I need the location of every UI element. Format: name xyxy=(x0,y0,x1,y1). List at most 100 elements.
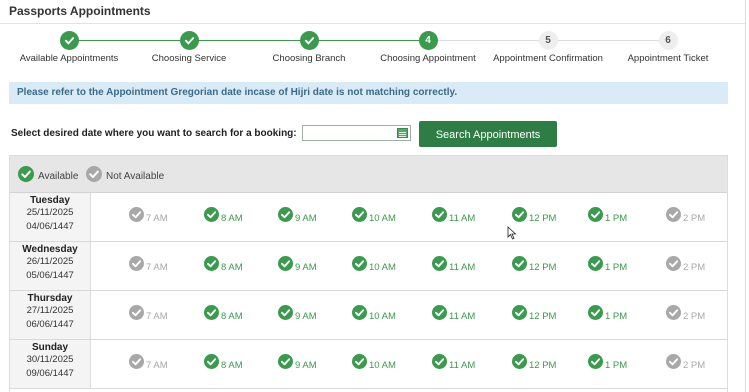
slot-time: 8 AM xyxy=(221,311,243,322)
time-slot-1-pm[interactable]: 1 PM xyxy=(588,354,628,371)
date-field[interactable] xyxy=(302,125,411,141)
step-check-icon xyxy=(59,31,79,50)
title-divider xyxy=(0,23,745,24)
hijri-date: 06/06/1447 xyxy=(26,319,74,330)
mouse-cursor-icon xyxy=(507,226,517,240)
day-name: Wednesday xyxy=(22,244,78,255)
slot-time: 10 AM xyxy=(369,360,396,371)
time-slot-12-pm[interactable]: 12 PM xyxy=(512,256,557,273)
slot-time: 1 PM xyxy=(605,360,628,371)
legend-available: Available xyxy=(18,166,78,182)
slot-time: 11 AM xyxy=(449,213,476,224)
available-check-icon xyxy=(204,256,219,271)
gregorian-date: 26/11/2025 xyxy=(26,256,74,267)
time-slot-1-pm[interactable]: 1 PM xyxy=(588,305,627,322)
progress-stepper: Available Appointments Choosing Service Ch… xyxy=(0,28,745,68)
time-slot-8-am[interactable]: 8 AM xyxy=(204,207,243,224)
time-slot-8-am[interactable]: 8 AM xyxy=(204,256,243,273)
available-check-icon xyxy=(352,305,367,320)
not-available-check-icon xyxy=(129,256,144,271)
search-appointments-button[interactable]: Search Appointments xyxy=(419,121,557,147)
time-slot-2-pm: 2 PM xyxy=(666,354,705,371)
time-slot-9-am[interactable]: 9 AM xyxy=(278,256,317,273)
page-title: Passports Appointments xyxy=(9,4,151,18)
time-slot-8-am[interactable]: 8 AM xyxy=(204,354,243,371)
time-slot-7-am: 7 AM xyxy=(129,305,168,322)
time-slot-8-am[interactable]: 8 AM xyxy=(204,305,243,322)
step-label: Appointment Confirmation xyxy=(493,53,603,64)
available-check-icon xyxy=(278,305,293,320)
slot-time: 1 PM xyxy=(605,262,628,273)
time-slot-11-am[interactable]: 11 AM xyxy=(432,305,475,322)
time-slot-9-am[interactable]: 9 AM xyxy=(278,207,317,224)
day-name: Sunday xyxy=(31,342,69,353)
slot-time: 10 AM xyxy=(369,311,396,322)
legend-available-label: Available xyxy=(38,171,79,182)
slot-time: 11 AM xyxy=(449,262,476,273)
time-slot-1-pm[interactable]: 1 PM xyxy=(588,207,628,224)
slot-time: 10 AM xyxy=(369,213,396,224)
search-date-label: Select desired date where you want to se… xyxy=(11,128,297,139)
slot-time: 2 PM xyxy=(683,213,706,224)
day-cell: Sunday 30/11/2025 09/06/1447 xyxy=(10,340,91,388)
available-check-icon xyxy=(512,305,527,320)
not-available-check-icon xyxy=(666,256,681,271)
time-slot-12-pm[interactable]: 12 PM xyxy=(512,207,557,224)
slot-time: 1 PM xyxy=(605,213,628,224)
available-check-icon xyxy=(278,256,293,271)
available-check-icon xyxy=(278,354,293,369)
slot-time: 7 AM xyxy=(146,360,168,371)
available-check-icon xyxy=(432,207,447,222)
time-slot-2-pm: 2 PM xyxy=(666,207,706,224)
time-slot-9-am[interactable]: 9 AM xyxy=(278,354,317,371)
day-row-tuesday: Tuesday 25/11/2025 04/06/1447 7 AM 8 AM 9 AM 1… xyxy=(10,193,727,242)
time-slot-12-pm[interactable]: 12 PM xyxy=(512,305,557,322)
day-row-wednesday: Wednesday 26/11/2025 05/06/1447 7 AM 8 AM 9 A… xyxy=(10,242,727,291)
time-slot-12-pm[interactable]: 12 PM xyxy=(512,354,557,371)
not-available-check-icon xyxy=(129,354,144,369)
time-slot-11-am[interactable]: 11 AM xyxy=(432,207,476,224)
date-notice: Please refer to the Appointment Gregoria… xyxy=(9,82,728,104)
not-available-check-icon xyxy=(666,207,681,222)
available-check-icon xyxy=(512,354,527,369)
slot-time: 12 PM xyxy=(529,360,557,371)
available-check-icon xyxy=(432,256,447,271)
gregorian-date: 27/11/2025 xyxy=(26,305,74,316)
time-slot-10-am[interactable]: 10 AM xyxy=(352,305,396,322)
available-check-icon xyxy=(204,207,219,222)
available-check-icon xyxy=(204,354,219,369)
available-check-icon xyxy=(204,305,219,320)
available-check-icon xyxy=(432,305,447,320)
available-check-icon xyxy=(278,207,293,222)
day-cell: Tuesday 25/11/2025 04/06/1447 xyxy=(10,193,91,241)
slot-time: 10 AM xyxy=(369,262,396,273)
available-check-icon xyxy=(18,166,34,182)
slot-time: 12 PM xyxy=(529,213,557,224)
slot-time: 12 PM xyxy=(529,262,557,273)
slot-time: 7 AM xyxy=(146,213,168,224)
slot-time: 9 AM xyxy=(295,360,317,371)
not-available-check-icon xyxy=(86,166,102,182)
available-check-icon xyxy=(512,256,527,271)
not-available-check-icon xyxy=(129,305,144,320)
step-5: 5 Appointment Confirmation xyxy=(488,31,608,64)
slot-time: 12 PM xyxy=(529,311,557,322)
time-slot-10-am[interactable]: 10 AM xyxy=(352,354,396,371)
not-available-check-icon xyxy=(666,305,681,320)
slot-time: 7 AM xyxy=(146,262,168,273)
hijri-date: 09/06/1447 xyxy=(26,368,74,379)
calendar-icon[interactable] xyxy=(397,128,408,138)
time-slot-11-am[interactable]: 11 AM xyxy=(432,256,476,273)
step-1: Available Appointments xyxy=(9,31,129,64)
time-slot-7-am: 7 AM xyxy=(129,256,168,273)
not-available-check-icon xyxy=(129,207,144,222)
time-slot-1-pm[interactable]: 1 PM xyxy=(588,256,628,273)
time-slot-11-am[interactable]: 11 AM xyxy=(432,354,475,371)
time-slot-10-am[interactable]: 10 AM xyxy=(352,256,396,273)
time-slot-9-am[interactable]: 9 AM xyxy=(278,305,317,322)
step-check-icon xyxy=(179,31,199,50)
step-number: 6 xyxy=(658,31,678,50)
time-slot-10-am[interactable]: 10 AM xyxy=(352,207,396,224)
step-2: Choosing Service xyxy=(129,31,249,64)
step-number: 4 xyxy=(418,31,438,50)
